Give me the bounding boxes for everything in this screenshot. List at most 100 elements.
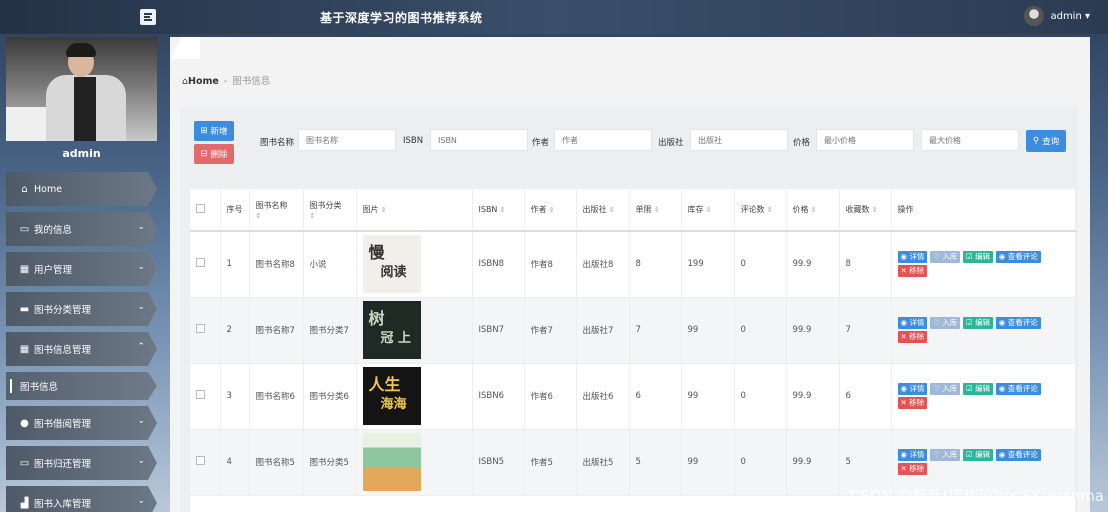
column-header[interactable]: 图书分类 ⇕ <box>303 189 357 232</box>
sort-icon[interactable]: ⇕ <box>256 212 262 220</box>
column-header[interactable]: 库存 ⇕ <box>681 189 735 232</box>
chevron-icon: ⌄ <box>137 496 145 506</box>
edit-button[interactable]: ☑ 编辑 <box>962 383 994 395</box>
close-icon: ✕ <box>900 266 910 276</box>
sort-icon[interactable]: ⇕ <box>497 206 506 214</box>
isbn-input[interactable] <box>430 129 528 151</box>
column-header[interactable]: 图书名称 ⇕ <box>249 189 304 232</box>
book-cover-image: 人生 海海 <box>362 367 421 425</box>
publisher-input[interactable] <box>690 129 788 151</box>
remove-button[interactable]: ✕ 移除 <box>897 397 928 409</box>
column-header[interactable]: 单限 ⇕ <box>629 189 682 232</box>
stock-button[interactable]: ♡ 入库 <box>930 317 961 329</box>
cell-limit: 6 <box>629 363 682 430</box>
column-header[interactable]: 价格 ⇕ <box>786 189 840 232</box>
detail-button[interactable]: ◉ 详情 <box>897 317 928 329</box>
row-checkbox[interactable] <box>196 456 205 465</box>
sort-icon[interactable]: ⇕ <box>809 206 817 214</box>
cell-reviews: 0 <box>734 363 787 430</box>
home-icon: ⌂ <box>21 183 28 195</box>
sidebar-item-0[interactable]: ⌂ Home <box>6 172 157 206</box>
author-input[interactable] <box>554 129 652 151</box>
search-button[interactable]: ⚲ 查询 <box>1026 130 1066 152</box>
column-header[interactable]: 收藏数 ⇕ <box>839 189 892 232</box>
review-button[interactable]: ◉ 查看评论 <box>995 449 1041 461</box>
top-bar: 基于深度学习的图书推荐系统 admin ▾ <box>0 0 1108 34</box>
sort-icon[interactable]: ⇕ <box>704 206 712 214</box>
sidebar-item-4[interactable]: ▦ 图书信息管理 ⌃ <box>6 332 157 366</box>
sort-icon[interactable]: ⇕ <box>870 206 878 214</box>
heart-icon: ♡ <box>933 384 943 393</box>
row-checkbox[interactable] <box>196 390 205 399</box>
remove-button[interactable]: ✕ 移除 <box>897 265 928 278</box>
max-price-input[interactable] <box>921 129 1019 151</box>
cell-isbn: ISBN6 <box>472 363 525 430</box>
stock-button[interactable]: ♡ 入库 <box>930 251 961 264</box>
sort-icon[interactable]: ⇕ <box>547 206 555 214</box>
review-button[interactable]: ◉ 查看评论 <box>995 383 1041 395</box>
row-checkbox[interactable] <box>196 324 205 333</box>
column-header[interactable]: 图片 ⇕ <box>356 189 473 232</box>
sidebar-item-1[interactable]: ▭ 我的信息 ⌄ <box>6 212 157 246</box>
close-icon: ✕ <box>900 464 910 473</box>
cell-name: 图书名称5 <box>249 429 304 496</box>
heart-icon: ♡ <box>933 450 943 459</box>
cell-limit: 5 <box>629 429 682 496</box>
sort-icon[interactable]: ⇕ <box>310 212 316 220</box>
sort-icon[interactable]: ⇕ <box>607 206 615 214</box>
breadcrumb-home[interactable]: Home <box>188 76 219 87</box>
min-price-input[interactable] <box>816 129 914 151</box>
remove-button[interactable]: ✕ 移除 <box>897 331 928 343</box>
review-button[interactable]: ◉ 查看评论 <box>995 251 1041 264</box>
remove-button[interactable]: ✕ 移除 <box>897 463 928 475</box>
cell-limit: 7 <box>629 297 682 364</box>
content-panel: ⊞新增 ⊟删除 图书名称 ISBN 作者 出版社 价格 ⚲查询 序号图书名称⇕图… <box>180 107 1078 512</box>
delete-button[interactable]: ⊟ 删除 <box>194 144 234 164</box>
column-header[interactable]: 作者 ⇕ <box>524 189 577 232</box>
user-name: admin ▾ <box>1050 10 1090 22</box>
sort-icon[interactable]: ⇕ <box>379 206 387 214</box>
column-header[interactable]: 评论数 ⇕ <box>734 189 787 232</box>
review-button[interactable]: ◉ 查看评论 <box>995 317 1041 329</box>
column-header[interactable]: 出版社 ⇕ <box>576 189 630 232</box>
sidebar-item-label: 图书分类管理 <box>34 305 92 316</box>
stock-button[interactable]: ♡ 入库 <box>930 383 961 395</box>
edit-button[interactable]: ☑ 编辑 <box>962 449 994 461</box>
cell-stock: 99 <box>681 429 735 496</box>
cell-fav: 6 <box>839 363 892 430</box>
cell-cat: 图书分类6 <box>303 363 357 430</box>
menu-toggle-icon[interactable] <box>140 9 156 25</box>
sidebar-item-8[interactable]: ▟ 图书入库管理 ⌄ <box>6 486 157 512</box>
sidebar-item-7[interactable]: ▭ 图书归还管理 ⌄ <box>6 446 157 480</box>
cell-pub: 出版社5 <box>576 429 630 496</box>
edit-button[interactable]: ☑ 编辑 <box>962 317 994 329</box>
select-all-checkbox[interactable] <box>196 204 205 213</box>
user-menu[interactable]: admin ▾ <box>1024 6 1090 26</box>
detail-button[interactable]: ◉ 详情 <box>897 449 928 461</box>
sidebar-item-5[interactable]: 图书信息 <box>6 372 157 400</box>
user-icon: ● <box>20 417 29 429</box>
cell-reviews: 0 <box>734 429 787 496</box>
sidebar-item-3[interactable]: ▬ 图书分类管理 ⌄ <box>6 292 157 326</box>
cell-no: 2 <box>220 297 250 364</box>
close-icon: ✕ <box>900 398 910 407</box>
edit-button[interactable]: ☑ 编辑 <box>962 251 994 264</box>
detail-button[interactable]: ◉ 详情 <box>897 383 928 395</box>
cell-fav: 7 <box>839 297 892 364</box>
detail-button[interactable]: ◉ 详情 <box>897 251 928 264</box>
stock-button[interactable]: ♡ 入库 <box>930 449 961 461</box>
sidebar-item-6[interactable]: ● 图书借阅管理 ⌄ <box>6 406 157 440</box>
sort-icon[interactable]: ⇕ <box>652 206 660 214</box>
cell-isbn: ISBN7 <box>472 297 525 364</box>
sidebar-item-2[interactable]: ▦ 用户管理 ⌄ <box>6 252 157 286</box>
cell-author: 作者7 <box>524 297 577 364</box>
book-name-input[interactable] <box>298 129 396 151</box>
cell-reviews: 0 <box>734 231 787 298</box>
edit-icon: ☑ <box>965 450 976 459</box>
grid-icon: ▦ <box>19 343 30 355</box>
chevron-icon: ⌄ <box>137 302 145 312</box>
add-button[interactable]: ⊞ 新增 <box>194 121 234 141</box>
column-header[interactable]: ISBN ⇕ <box>472 189 525 232</box>
row-checkbox[interactable] <box>196 258 205 268</box>
sort-icon[interactable]: ⇕ <box>765 206 773 214</box>
